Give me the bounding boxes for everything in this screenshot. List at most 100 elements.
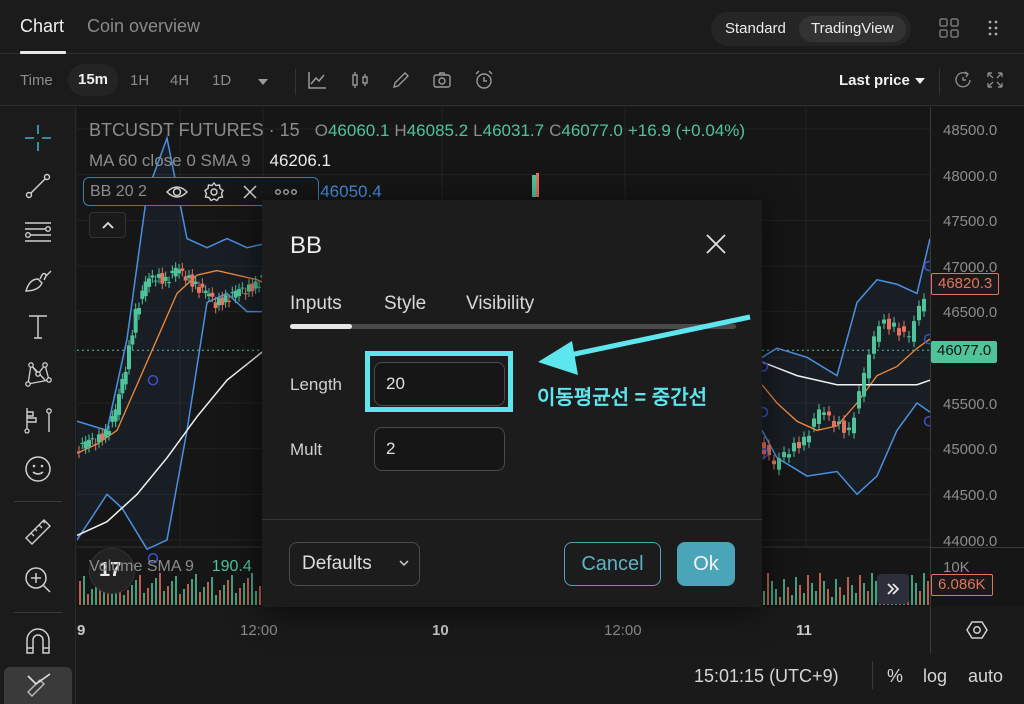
volume-bar [923, 573, 925, 605]
text-tool-icon[interactable] [22, 311, 54, 343]
volume-legend: Volume SMA 9 190.4 [89, 558, 252, 576]
hide-drawings-icon[interactable] [22, 670, 54, 702]
volume-bar [139, 575, 141, 605]
tab-coin-overview[interactable]: Coin overview [87, 16, 200, 37]
candle-body [536, 173, 539, 197]
scroll-to-realtime-button[interactable] [877, 574, 909, 604]
dialog-tab-visibility[interactable]: Visibility [466, 293, 534, 315]
volume-bar [795, 577, 797, 605]
toolbar-divider [939, 69, 940, 95]
defaults-label: Defaults [302, 553, 372, 574]
indicators-icon[interactable] [306, 69, 328, 91]
pattern-tool-icon[interactable] [22, 358, 54, 390]
zoom-in-icon[interactable] [22, 564, 54, 596]
candle-body [240, 287, 245, 289]
candle-body [902, 326, 906, 332]
toolbar-divider [295, 69, 296, 95]
volume-bar [191, 579, 193, 605]
volume-bar [187, 584, 189, 605]
symbol-legend: BTCUSDT FUTURES · 15 O46060.1 H46085.2 L… [89, 120, 745, 141]
dialog-title: BB [290, 232, 323, 259]
alarm-clock-icon[interactable] [473, 69, 495, 91]
volume-bar [811, 583, 813, 605]
forecast-tool-icon[interactable] [22, 404, 54, 436]
annotation-text: 이동평균선 = 중간선 [537, 387, 707, 409]
view-tradingview-button[interactable]: TradingView [799, 16, 906, 42]
remove-indicator-icon[interactable] [241, 183, 259, 201]
volume-bar [211, 577, 213, 605]
volume-bar [219, 590, 221, 605]
volume-bar [131, 585, 133, 605]
volume-bar [827, 589, 829, 605]
dialog-tab-inputs[interactable]: Inputs [290, 293, 342, 315]
clock-timezone[interactable]: 15:01:15 (UTC+9) [694, 666, 839, 687]
volume-bar [799, 585, 801, 605]
time-axis[interactable]: 9 12:00 10 12:00 11 [77, 607, 930, 653]
volume-bar [843, 595, 845, 605]
percent-scale-toggle[interactable]: % [887, 666, 903, 687]
candle-body [877, 326, 881, 342]
ohlc-open-label: O [314, 121, 328, 140]
candle-body [872, 336, 876, 354]
crosshair-icon[interactable] [22, 122, 54, 154]
volume-bar [203, 587, 205, 605]
more-horizontal-icon[interactable] [274, 188, 298, 196]
volume-bar [207, 582, 209, 605]
candle-type-icon[interactable] [349, 69, 371, 91]
pencil-icon[interactable] [390, 69, 412, 91]
interval-1d-button[interactable]: 1D [212, 72, 231, 89]
brush-icon[interactable] [22, 264, 54, 296]
dialog-tab-style[interactable]: Style [384, 293, 426, 315]
candle-body [93, 443, 98, 446]
layout-grid-icon[interactable] [936, 16, 962, 40]
time-label: Time [20, 72, 53, 89]
candle-body [862, 372, 866, 397]
chevron-up-icon [102, 221, 114, 229]
trend-line-icon[interactable] [22, 170, 54, 202]
settings-gear-icon[interactable] [203, 181, 225, 203]
view-standard-button[interactable]: Standard [713, 16, 798, 42]
high-price-tag: 46820.3 [931, 273, 1000, 295]
replay-clock-icon[interactable] [952, 69, 974, 91]
emoji-icon[interactable] [22, 453, 54, 485]
more-options-icon[interactable] [986, 16, 1000, 40]
tab-chart[interactable]: Chart [20, 16, 64, 37]
candle-body [802, 436, 806, 446]
candle-body [130, 335, 135, 345]
ruler-icon[interactable] [22, 516, 54, 548]
cancel-button[interactable]: Cancel [564, 542, 661, 586]
collapse-legend-button[interactable] [89, 212, 126, 238]
toolbar-divider [14, 501, 62, 502]
volume-bar [831, 597, 833, 605]
interval-15m-button[interactable]: 15m [68, 64, 119, 96]
price-source-caret-icon[interactable] [915, 78, 925, 84]
interval-4h-button[interactable]: 4H [170, 72, 189, 89]
price-axis[interactable]: 48500.0 48000.0 47500.0 47000.0 46500.0 … [930, 107, 1024, 607]
magnet-icon[interactable] [22, 625, 54, 657]
time-axis-label: 10 [432, 622, 449, 639]
candle-body [107, 431, 111, 435]
ok-button[interactable]: Ok [677, 542, 735, 586]
camera-icon[interactable] [431, 69, 453, 91]
log-scale-toggle[interactable]: log [923, 666, 947, 687]
eye-icon[interactable] [166, 182, 188, 202]
volume-bar [763, 591, 765, 605]
interval-1h-button[interactable]: 1H [130, 72, 149, 89]
fullscreen-icon[interactable] [984, 69, 1006, 91]
close-icon[interactable] [702, 230, 730, 258]
defaults-dropdown[interactable]: Defaults [289, 542, 420, 586]
volume-bar [855, 593, 857, 605]
chart-settings-icon[interactable] [966, 619, 988, 641]
volume-bar [107, 592, 109, 605]
annotation-arrow-icon [538, 314, 751, 375]
volume-bar [255, 591, 257, 605]
volume-bar [859, 575, 861, 605]
candle-body [147, 278, 151, 288]
ma-legend[interactable]: MA 60 close 0 SMA 9 46206.1 [89, 151, 331, 171]
mult-label: Mult [290, 440, 323, 459]
mult-input[interactable] [374, 427, 505, 471]
price-source-dropdown[interactable]: Last price [839, 72, 910, 89]
auto-scale-toggle[interactable]: auto [968, 666, 1003, 687]
fib-lines-icon[interactable] [22, 216, 54, 248]
interval-dropdown-caret-icon[interactable] [258, 79, 268, 85]
